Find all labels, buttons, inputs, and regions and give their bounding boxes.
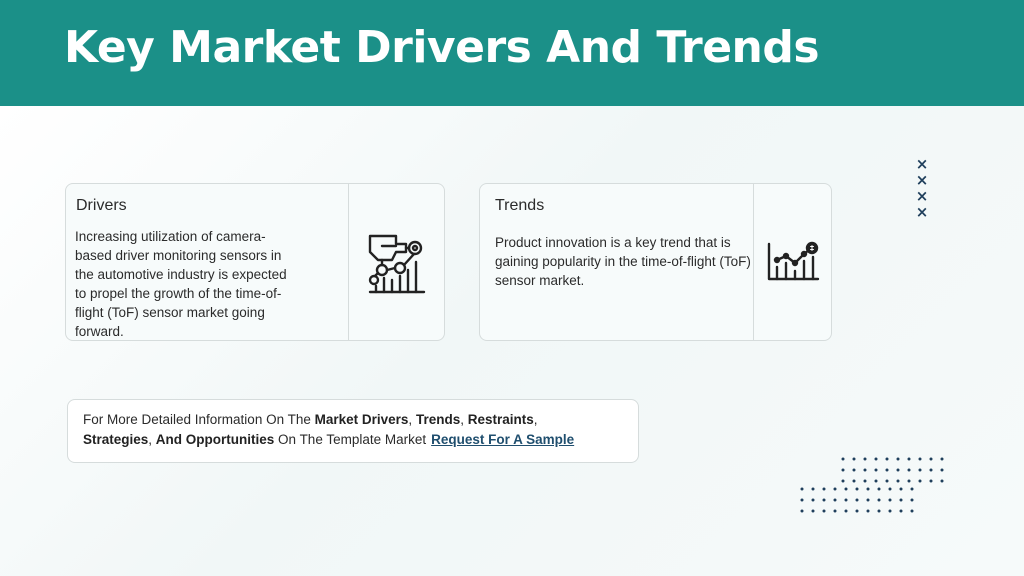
info-bold-trends: Trends bbox=[415, 412, 461, 427]
info-bold-market-drivers: Market Drivers bbox=[314, 412, 409, 427]
request-sample-link[interactable]: Request For A Sample bbox=[431, 432, 574, 447]
trends-title: Trends bbox=[495, 197, 545, 214]
page-title: Key Market Drivers And Trends bbox=[64, 22, 820, 73]
info-separator: , bbox=[460, 412, 468, 427]
trends-text: Product innovation is a key trend that i… bbox=[495, 235, 751, 288]
info-text: For More Detailed Information On The bbox=[83, 412, 315, 427]
decorative-cross-marks: × × × × bbox=[912, 156, 932, 220]
decorative-dot-grid-lower bbox=[800, 487, 914, 513]
info-separator: , bbox=[408, 412, 416, 427]
info-text-2: On The Template Market bbox=[274, 432, 427, 447]
close-mark-icon: × bbox=[915, 171, 929, 189]
drivers-icon-panel bbox=[348, 184, 444, 340]
growth-chart-icon bbox=[767, 241, 819, 281]
drivers-card: Drivers Increasing utilization of camera… bbox=[65, 183, 445, 341]
page-header: Key Market Drivers And Trends bbox=[0, 0, 1024, 106]
robotic-hand-icon bbox=[368, 234, 425, 294]
info-bold-restraints: Restraints bbox=[467, 412, 534, 427]
info-separator: , bbox=[533, 412, 538, 427]
close-mark-icon: × bbox=[915, 155, 929, 173]
decorative-dot-grid-upper bbox=[841, 457, 944, 483]
close-mark-icon: × bbox=[915, 187, 929, 205]
info-separator: , bbox=[148, 432, 156, 447]
info-bold-strategies: Strategies bbox=[83, 432, 149, 447]
trends-card: Trends Product innovation is a key trend… bbox=[479, 183, 832, 341]
info-bold-opportunities: And Opportunities bbox=[155, 432, 275, 447]
drivers-title: Drivers bbox=[76, 197, 127, 214]
trends-icon-panel bbox=[753, 184, 831, 340]
drivers-text: Increasing utilization of camera-based d… bbox=[75, 229, 287, 339]
more-info-box: For More Detailed Information On The Mar… bbox=[67, 399, 639, 463]
close-mark-icon: × bbox=[915, 203, 929, 221]
